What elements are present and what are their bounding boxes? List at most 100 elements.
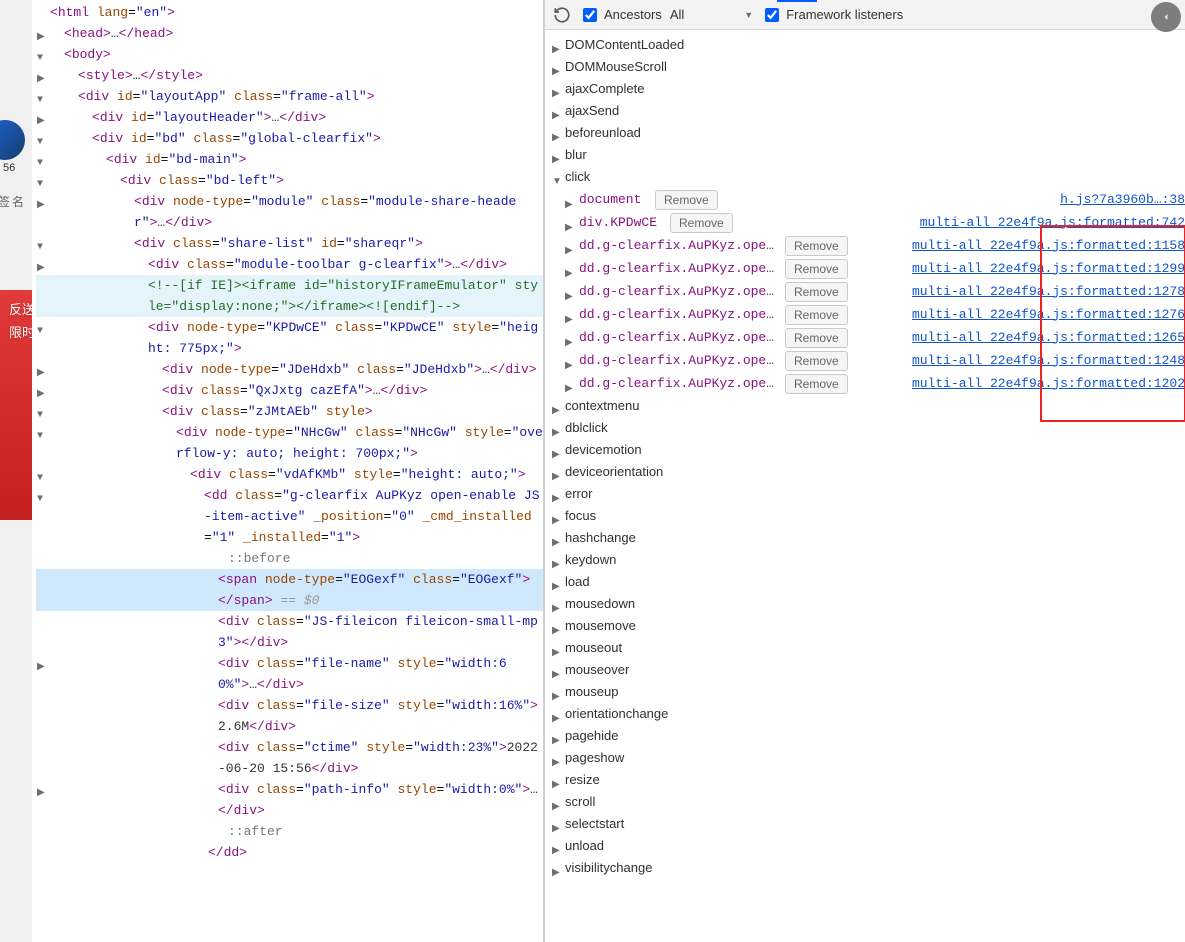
framework-checkbox-input[interactable] [765, 8, 779, 22]
dom-node[interactable]: </dd> [36, 842, 543, 863]
handler-source-link[interactable]: multi-all_22e4f9a.js:formatted:1248 [912, 350, 1185, 372]
event-mouseover[interactable]: ▶mouseover [551, 659, 1185, 681]
event-mouseout[interactable]: ▶mouseout [551, 637, 1185, 659]
event-deviceorientation[interactable]: ▶deviceorientation [551, 461, 1185, 483]
click-handler[interactable]: ▶dd.g-clearfix.AuPKyz.open-e…Removemulti… [551, 280, 1185, 303]
dom-node[interactable]: ▼<div id="layoutApp" class="frame-all"> [36, 86, 543, 107]
event-DOMMouseScroll[interactable]: ▶DOMMouseScroll [551, 56, 1185, 78]
event-focus[interactable]: ▶focus [551, 505, 1185, 527]
expand-icon[interactable]: ▶ [552, 862, 560, 884]
dom-node[interactable]: ▼<div id="bd" class="global-clearfix"> [36, 128, 543, 149]
dom-node[interactable]: ▼<div node-type="KPDwCE" class="KPDwCE" … [36, 317, 543, 359]
refresh-icon[interactable] [553, 6, 571, 24]
elements-dom-tree[interactable]: <html lang="en"> ▶<head>…</head> ▼<body>… [32, 0, 545, 942]
click-handler[interactable]: ▶dd.g-clearfix.AuPKyz.open-e…Removemulti… [551, 234, 1185, 257]
event-orientationchange[interactable]: ▶orientationchange [551, 703, 1185, 725]
event-mousemove[interactable]: ▶mousemove [551, 615, 1185, 637]
event-visibilitychange[interactable]: ▶visibilitychange [551, 857, 1185, 879]
event-dblclick[interactable]: ▶dblclick [551, 417, 1185, 439]
event-keydown[interactable]: ▶keydown [551, 549, 1185, 571]
ancestors-checkbox-input[interactable] [583, 8, 597, 22]
dom-node[interactable]: <!--[if IE]><iframe id="historyIFrameEmu… [36, 275, 543, 317]
event-load[interactable]: ▶load [551, 571, 1185, 593]
dom-node-selected[interactable]: •••<span node-type="EOGexf" class="EOGex… [36, 569, 543, 611]
event-beforeunload[interactable]: ▶beforeunload [551, 122, 1185, 144]
handler-source-link[interactable]: multi-all_22e4f9a.js:formatted:1158 [912, 235, 1185, 257]
expand-icon[interactable]: ▶ [37, 195, 45, 216]
dom-node[interactable]: ▶<div class="path-info" style="width:0%"… [36, 779, 543, 821]
dom-node[interactable]: ▶<div class="QxJxtg cazEfA">…</div> [36, 380, 543, 401]
scope-value: All [670, 7, 684, 22]
scope-select[interactable]: All ▼ [670, 7, 753, 22]
dom-node[interactable]: <div class="ctime" style="width:23%">202… [36, 737, 543, 779]
handler-source-link[interactable]: multi-all_22e4f9a.js:formatted:1299 [912, 258, 1185, 280]
event-contextmenu[interactable]: ▶contextmenu [551, 395, 1185, 417]
event-resize[interactable]: ▶resize [551, 769, 1185, 791]
dom-node[interactable]: ▼<div node-type="NHcGw" class="NHcGw" st… [36, 422, 543, 464]
collapse-icon[interactable]: ▼ [37, 426, 43, 447]
expand-icon[interactable]: ▶ [37, 657, 45, 678]
click-handler[interactable]: ▶dd.g-clearfix.AuPKyz.open-e…Removemulti… [551, 349, 1185, 372]
remove-button[interactable]: Remove [785, 259, 848, 279]
event-mousedown[interactable]: ▶mousedown [551, 593, 1185, 615]
click-handler[interactable]: ▶dd.g-clearfix.AuPKyz.open-e…Removemulti… [551, 326, 1185, 349]
event-devicemotion[interactable]: ▶devicemotion [551, 439, 1185, 461]
expand-icon[interactable]: ▶ [37, 783, 45, 804]
handler-source-link[interactable]: multi-all_22e4f9a.js:formatted:1265 [912, 327, 1185, 349]
dom-node[interactable]: <div class="JS-fileicon fileicon-small-m… [36, 611, 543, 653]
event-unload[interactable]: ▶unload [551, 835, 1185, 857]
dom-node[interactable]: ▼<div class="vdAfKMb" style="height: aut… [36, 464, 543, 485]
collapse-icon[interactable]: ▼ [37, 321, 43, 342]
event-scroll[interactable]: ▶scroll [551, 791, 1185, 813]
click-handler[interactable]: ▶div.KPDwCERemovemulti-all_22e4f9a.js:fo… [551, 211, 1185, 234]
remove-button[interactable]: Remove [785, 351, 848, 371]
dom-node[interactable]: ▼<div class="share-list" id="shareqr"> [36, 233, 543, 254]
dom-node[interactable]: ▶<div node-type="JDeHdxb" class="JDeHdxb… [36, 359, 543, 380]
handler-source-link[interactable]: multi-all_22e4f9a.js:formatted:1278 [912, 281, 1185, 303]
dom-node[interactable]: ▼<div class="zJMtAEb" style> [36, 401, 543, 422]
framework-checkbox[interactable]: Framework listeners [761, 5, 903, 25]
event-pagehide[interactable]: ▶pagehide [551, 725, 1185, 747]
dom-node[interactable]: ▶<head>…</head> [36, 23, 543, 44]
click-handler[interactable]: ▶dd.g-clearfix.AuPKyz.open-e…Removemulti… [551, 372, 1185, 395]
event-ajaxComplete[interactable]: ▶ajaxComplete [551, 78, 1185, 100]
event-DOMContentLoaded[interactable]: ▶DOMContentLoaded [551, 34, 1185, 56]
dom-node[interactable]: <div class="file-size" style="width:16%"… [36, 695, 543, 737]
handler-source-link[interactable]: h.js?7a3960b…:38 [1060, 189, 1185, 211]
remove-button[interactable]: Remove [785, 374, 848, 394]
dom-node[interactable]: ▶<div class="module-toolbar g-clearfix">… [36, 254, 543, 275]
handler-source-link[interactable]: multi-all_22e4f9a.js:formatted:742 [920, 212, 1185, 234]
dom-node[interactable]: ▶<div node-type="module" class="module-s… [36, 191, 543, 233]
event-mouseup[interactable]: ▶mouseup [551, 681, 1185, 703]
dom-node[interactable]: <html lang="en"> [36, 2, 543, 23]
framework-label: Framework listeners [786, 7, 903, 22]
remove-button[interactable]: Remove [655, 190, 718, 210]
remove-button[interactable]: Remove [785, 236, 848, 256]
remove-button[interactable]: Remove [785, 282, 848, 302]
event-error[interactable]: ▶error [551, 483, 1185, 505]
remove-button[interactable]: Remove [785, 328, 848, 348]
event-pageshow[interactable]: ▶pageshow [551, 747, 1185, 769]
handler-source-link[interactable]: multi-all_22e4f9a.js:formatted:1202 [912, 373, 1185, 395]
remove-button[interactable]: Remove [785, 305, 848, 325]
event-click[interactable]: ▼ click [551, 166, 1185, 188]
dom-node[interactable]: ▶<style>…</style> [36, 65, 543, 86]
event-ajaxSend[interactable]: ▶ajaxSend [551, 100, 1185, 122]
dom-node[interactable]: ▼<div id="bd-main"> [36, 149, 543, 170]
dom-node[interactable]: ▼<div class="bd-left"> [36, 170, 543, 191]
collapse-icon[interactable]: ▼ [37, 489, 43, 510]
dom-node[interactable]: ▼<dd class="g-clearfix AuPKyz open-enabl… [36, 485, 543, 548]
dom-node[interactable]: ▼<body> [36, 44, 543, 65]
click-handler[interactable]: ▶dd.g-clearfix.AuPKyz.open-e…Removemulti… [551, 257, 1185, 280]
event-selectstart[interactable]: ▶selectstart [551, 813, 1185, 835]
event-hashchange[interactable]: ▶hashchange [551, 527, 1185, 549]
ancestors-checkbox[interactable]: Ancestors [579, 5, 662, 25]
click-handler[interactable]: ▶documentRemoveh.js?7a3960b…:38 [551, 188, 1185, 211]
remove-button[interactable]: Remove [670, 213, 733, 233]
handler-source-link[interactable]: multi-all_22e4f9a.js:formatted:1276 [912, 304, 1185, 326]
dom-node[interactable]: ▶<div class="file-name" style="width:60%… [36, 653, 543, 695]
event-blur[interactable]: ▶blur [551, 144, 1185, 166]
click-handler[interactable]: ▶dd.g-clearfix.AuPKyz.open-e…Removemulti… [551, 303, 1185, 326]
collapse-panel-button[interactable] [1151, 2, 1181, 32]
dom-node[interactable]: ▶<div id="layoutHeader">…</div> [36, 107, 543, 128]
